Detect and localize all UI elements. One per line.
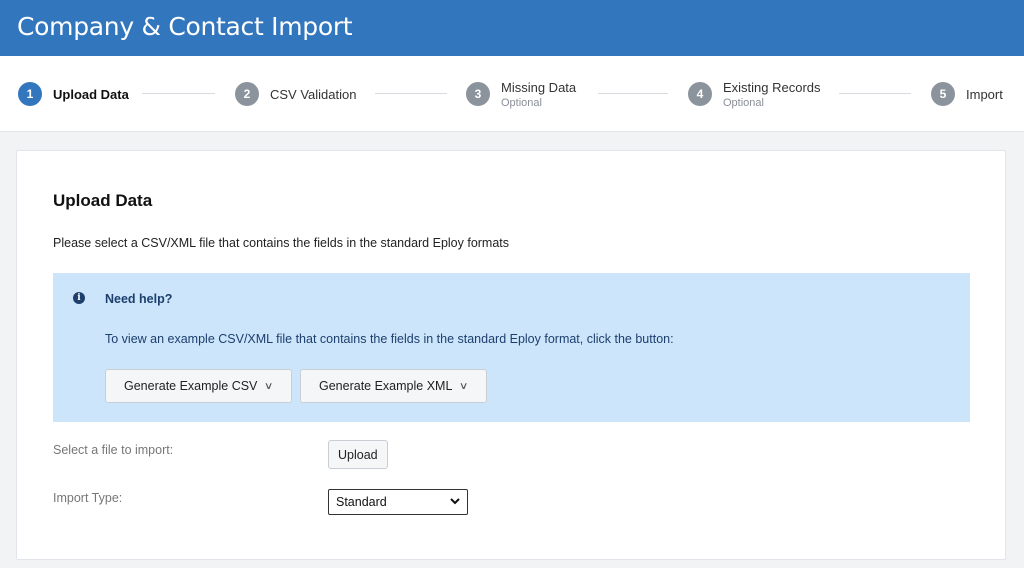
section-description: Please select a CSV/XML file that contai… [53, 236, 510, 250]
import-type-value: Standard [336, 495, 387, 509]
step-csv-validation[interactable]: 2 CSV Validation [235, 56, 356, 132]
step-existing-records[interactable]: 4 Existing Records Optional [688, 56, 821, 132]
help-text: To view an example CSV/XML file that con… [105, 332, 674, 346]
step-connector [839, 93, 911, 94]
chevron-down-icon: ∨ [459, 380, 469, 392]
step-import[interactable]: 5 Import [931, 56, 1003, 132]
help-title: Need help? [105, 292, 173, 306]
step-optional-label: Optional [501, 96, 542, 109]
step-number: 1 [18, 82, 42, 106]
info-icon: i [73, 292, 85, 304]
step-label: Upload Data [53, 86, 129, 102]
chevron-down-icon [450, 498, 460, 505]
step-label: Import [966, 86, 1003, 102]
generate-example-csv-button[interactable]: Generate Example CSV ∨ [105, 369, 292, 403]
step-label: Missing Data [501, 79, 577, 95]
step-number: 5 [931, 82, 955, 106]
chevron-down-icon: ∨ [264, 380, 274, 392]
step-connector [375, 93, 447, 94]
button-label: Generate Example XML [319, 379, 453, 393]
upload-data-panel: Upload Data Please select a CSV/XML file… [16, 150, 1006, 560]
step-upload-data[interactable]: 1 Upload Data [18, 56, 129, 132]
import-type-select[interactable]: Standard [328, 489, 468, 515]
help-box: i Need help? To view an example CSV/XML … [53, 273, 970, 422]
import-type-label: Import Type: [53, 491, 123, 505]
button-label: Generate Example CSV [124, 379, 258, 393]
generate-example-xml-button[interactable]: Generate Example XML ∨ [300, 369, 487, 403]
file-select-label: Select a file to import: [53, 443, 174, 457]
app-header: Company & Contact Import [0, 0, 1024, 56]
step-missing-data[interactable]: 3 Missing Data Optional [466, 56, 576, 132]
step-number: 3 [466, 82, 490, 106]
step-number: 4 [688, 82, 712, 106]
step-number: 2 [235, 82, 259, 106]
step-optional-label: Optional [723, 96, 764, 109]
section-title: Upload Data [53, 191, 153, 210]
step-label: CSV Validation [270, 86, 357, 102]
upload-button[interactable]: Upload [328, 440, 388, 469]
step-label: Existing Records [723, 79, 821, 95]
page-title: Company & Contact Import [17, 12, 353, 41]
step-connector [142, 93, 215, 94]
step-connector [598, 93, 668, 94]
